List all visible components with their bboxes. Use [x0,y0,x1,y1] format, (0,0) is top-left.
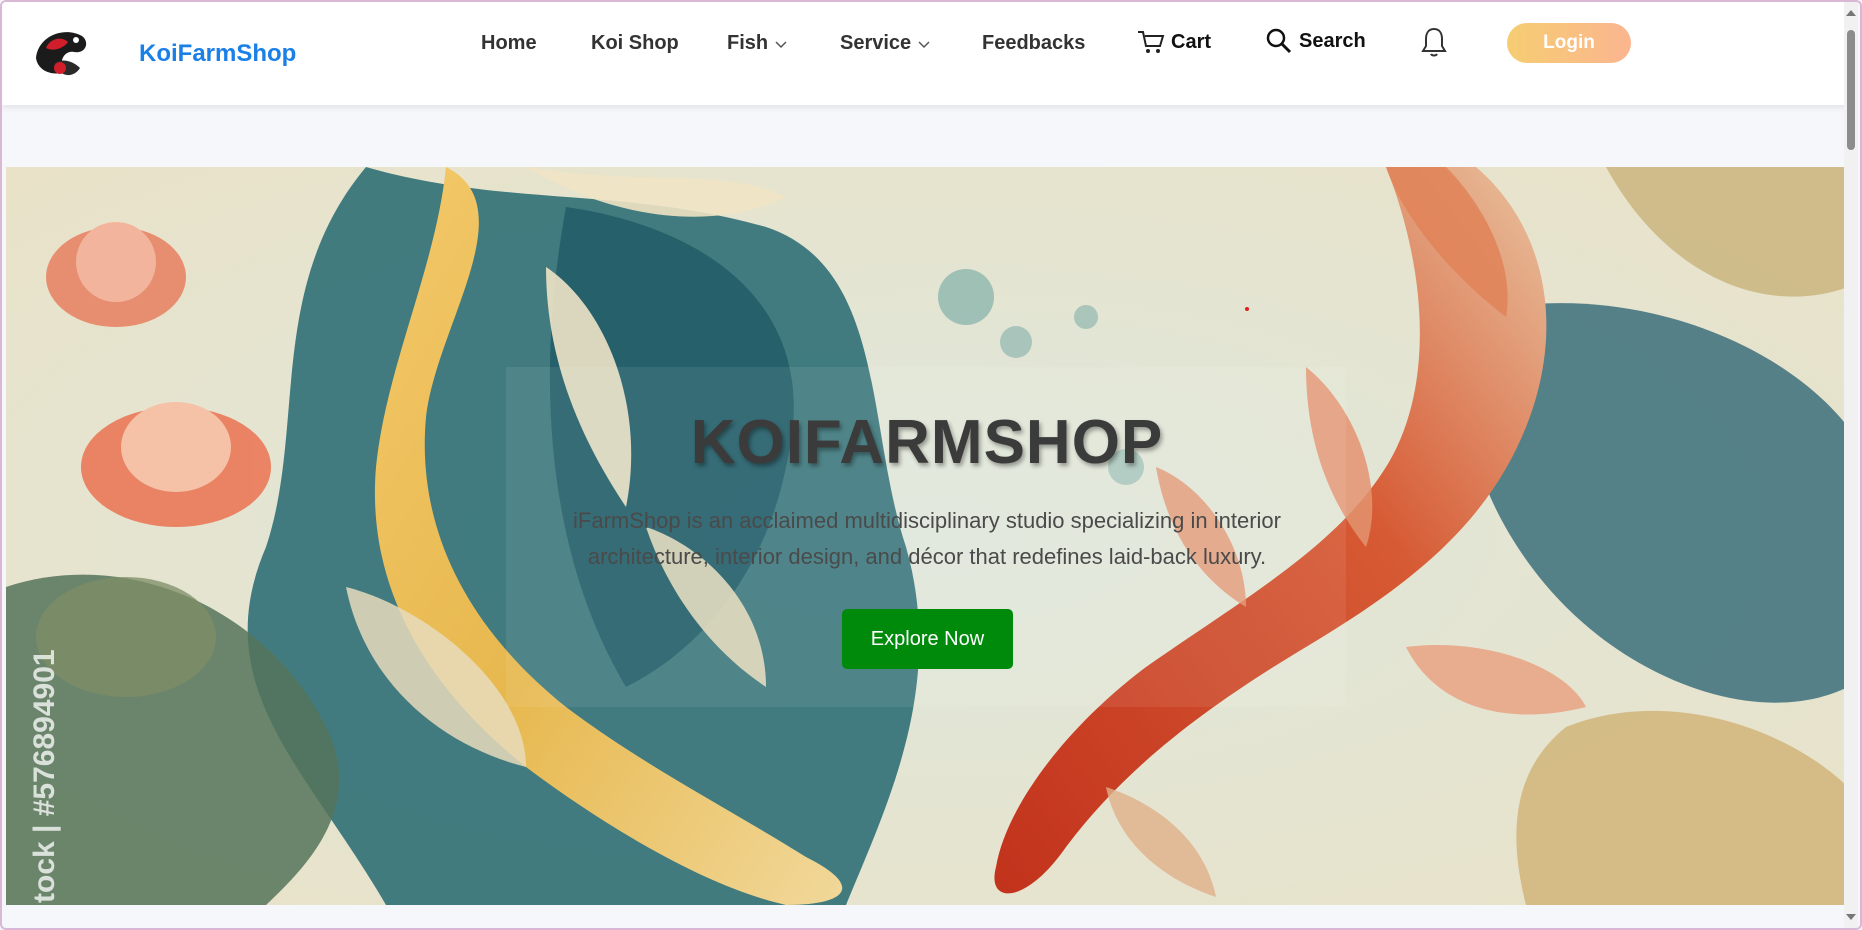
nav-cart-label: Cart [1171,30,1212,53]
nav-fish-label: Fish [727,32,769,54]
scroll-down-arrow-icon[interactable] [1846,914,1856,920]
nav-koi-shop-label: Koi Shop [591,32,679,54]
nav-search-label: Search [1299,29,1366,52]
scroll-thumb[interactable] [1847,30,1855,150]
nav-koi-shop[interactable]: Koi Shop [591,32,679,55]
explore-now-button[interactable]: Explore Now [842,609,1013,669]
nav-search[interactable]: Search [1265,27,1366,55]
page-scrollbar[interactable] [1844,2,1858,928]
search-icon [1266,28,1292,54]
nav-service[interactable]: Service [840,32,931,55]
hero-title: KOIFARMSHOP [690,408,1164,477]
hero-banner: KOIFARMSHOP iFarmShop is an acclaimed mu… [6,167,1848,905]
navbar: KoiFarmShop Home Koi Shop Fish Service F… [2,2,1848,105]
nav-feedbacks[interactable]: Feedbacks [982,32,1085,55]
stock-watermark: tock | #576894901 [28,649,61,903]
cart-icon [1138,31,1165,53]
scroll-up-arrow-icon[interactable] [1846,10,1856,16]
logo-icon[interactable] [24,18,100,86]
nav-home-label: Home [481,32,537,54]
hero-description: iFarmShop is an acclaimed multidisciplin… [573,508,1281,569]
chevron-down-icon [775,40,787,48]
brand-name[interactable]: KoiFarmShop [139,40,296,68]
nav-home[interactable]: Home [481,32,537,55]
bell-icon[interactable] [1421,26,1447,58]
login-button[interactable]: Login [1507,23,1631,63]
red-dot [1245,307,1249,311]
nav-feedbacks-label: Feedbacks [982,32,1086,54]
nav-fish[interactable]: Fish [727,32,788,55]
chevron-down-icon [918,40,930,48]
nav-cart[interactable]: Cart [1137,29,1211,55]
nav-service-label: Service [840,32,912,54]
browser-viewport: KoiFarmShop Home Koi Shop Fish Service F… [0,0,1862,930]
